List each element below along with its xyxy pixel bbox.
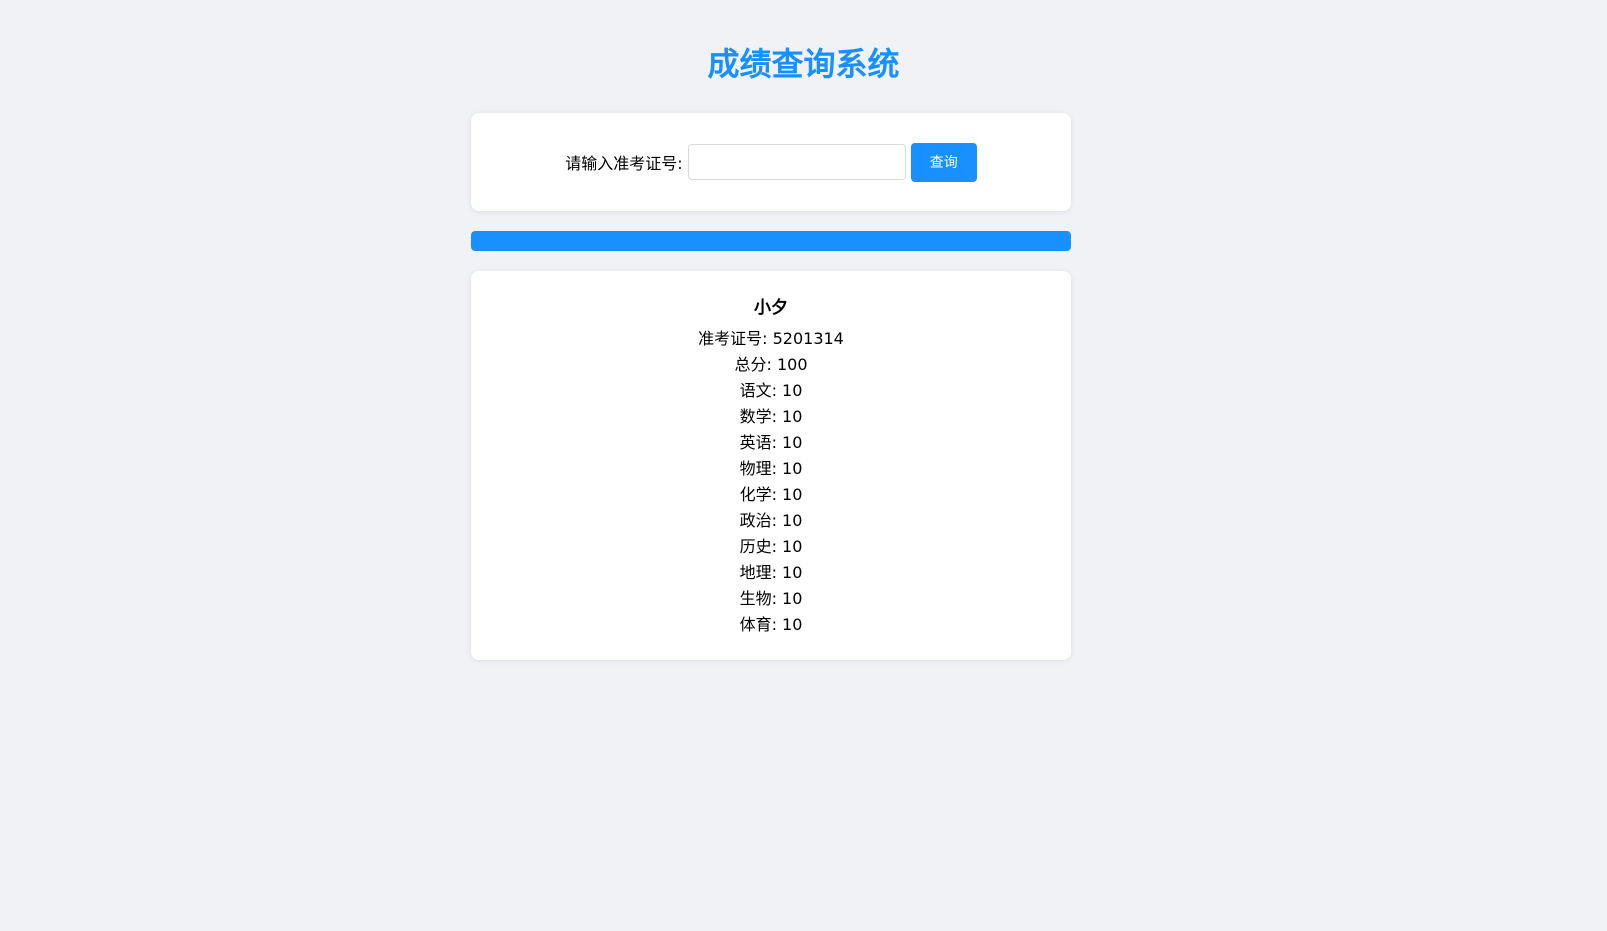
total-score-line: 总分: 100: [734, 355, 808, 374]
chinese-score-line: 语文: 10: [739, 381, 803, 400]
search-card: 请输入准考证号: 查询: [471, 113, 1071, 211]
physics-score-line: 物理: 10: [739, 459, 803, 478]
chemistry-score-line: 化学: 10: [739, 485, 803, 504]
student-name: 小夕: [754, 298, 788, 318]
result-card: 小夕 准考证号: 5201314 总分: 100 语文: 10 数学: 10 英…: [471, 271, 1071, 660]
exam-id-label: 请输入准考证号:: [565, 154, 683, 173]
politics-score-line: 政治: 10: [739, 511, 803, 530]
pe-score-line: 体育: 10: [739, 615, 803, 634]
geography-score-line: 地理: 10: [739, 563, 803, 582]
exam-id-input[interactable]: [687, 144, 906, 180]
exam-id-line: 准考证号: 5201314: [698, 329, 844, 348]
score-list: 准考证号: 5201314 总分: 100 语文: 10 数学: 10 英语: …: [471, 326, 1071, 638]
math-score-line: 数学: 10: [739, 407, 803, 426]
page-title: 成绩查询系统: [707, 45, 900, 83]
search-form: 请输入准考证号: 查询: [471, 142, 1071, 182]
progress-bar: [471, 231, 1071, 251]
progress-fill: [471, 231, 1071, 251]
query-button[interactable]: 查询: [910, 142, 977, 182]
english-score-line: 英语: 10: [739, 433, 803, 452]
history-score-line: 历史: 10: [739, 537, 803, 556]
biology-score-line: 生物: 10: [739, 589, 803, 608]
